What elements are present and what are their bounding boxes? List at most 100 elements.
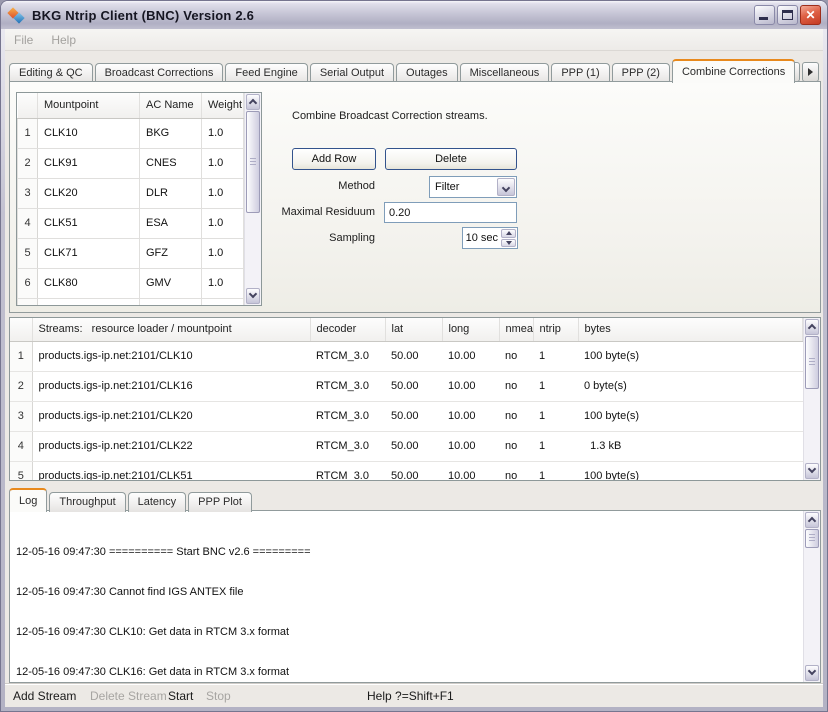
scroll-down-button[interactable] [805,463,819,479]
tab-editing-qc[interactable]: Editing & QC [9,63,93,83]
ac-name-cell[interactable]: CNES [140,148,202,178]
spinner-down-button[interactable] [501,239,516,248]
scroll-down-button[interactable] [246,288,260,304]
table-row[interactable]: 1 CLK10 BKG 1.0 [18,118,244,148]
ntrip-cell[interactable]: 1 [533,371,578,401]
bytes-cell[interactable]: 1.3 kB [578,431,803,461]
scrollbar-track[interactable] [805,529,819,664]
mountpoint-cell[interactable]: CLK71 [38,238,140,268]
lat-cell[interactable]: 50.00 [385,341,442,371]
mountpoint-cell[interactable]: CLK91 [38,148,140,178]
menu-file[interactable]: File [5,30,42,50]
streams-scrollbar[interactable] [803,318,820,480]
scrollbar-track[interactable] [805,336,819,462]
lat-cell[interactable]: 50.00 [385,401,442,431]
lat-cell[interactable]: 50.00 [385,431,442,461]
ac-name-cell[interactable]: DLR [140,178,202,208]
scrollbar-thumb[interactable] [805,336,819,389]
tab-serial-output[interactable]: Serial Output [310,63,394,83]
mountpoint-cell[interactable]: CLK20 [38,178,140,208]
titlebar[interactable]: BKG Ntrip Client (BNC) Version 2.6 ✕ [1,1,827,29]
scroll-up-button[interactable] [246,94,260,110]
decoder-cell[interactable]: RTCM_3.0 [310,341,385,371]
bytes-cell[interactable]: 0 byte(s) [578,371,803,401]
table-row-empty[interactable] [18,298,244,306]
ntrip-cell[interactable]: 1 [533,431,578,461]
stream-source-cell[interactable]: products.igs-ip.net:2101/CLK20 [32,401,310,431]
long-cell[interactable]: 10.00 [442,371,499,401]
stream-source-cell[interactable]: products.igs-ip.net:2101/CLK22 [32,431,310,461]
ntrip-cell[interactable]: 1 [533,461,578,481]
stream-source-cell[interactable]: products.igs-ip.net:2101/CLK51 [32,461,310,481]
maximal-residuum-input[interactable] [384,202,517,223]
decoder-cell[interactable]: RTCM_3.0 [310,401,385,431]
mountpoint-table-scrollbar[interactable] [244,93,261,305]
ntrip-cell[interactable]: 1 [533,401,578,431]
nmea-cell[interactable]: no [499,341,533,371]
long-cell[interactable]: 10.00 [442,401,499,431]
decoder-cell[interactable]: RTCM_3.0 [310,431,385,461]
scroll-up-button[interactable] [805,319,819,335]
menu-help[interactable]: Help [42,30,85,50]
tab-ppp-1[interactable]: PPP (1) [551,63,609,83]
decoder-cell[interactable]: RTCM_3.0 [310,371,385,401]
stream-source-cell[interactable]: products.igs-ip.net:2101/CLK16 [32,371,310,401]
stream-row[interactable]: 1 products.igs-ip.net:2101/CLK10 RTCM_3.… [10,341,803,371]
bytes-cell[interactable]: 100 byte(s) [578,401,803,431]
minimize-button[interactable] [754,5,775,25]
mountpoint-cell[interactable]: CLK51 [38,208,140,238]
weight-cell[interactable]: 1.0 [202,118,244,148]
maximize-button[interactable] [777,5,798,25]
mountpoint-cell[interactable]: CLK10 [38,118,140,148]
stream-row[interactable]: 2 products.igs-ip.net:2101/CLK16 RTCM_3.… [10,371,803,401]
lat-cell[interactable]: 50.00 [385,461,442,481]
weight-cell[interactable]: 1.0 [202,268,244,298]
table-row[interactable]: 6 CLK80 GMV 1.0 [18,268,244,298]
tab-throughput[interactable]: Throughput [49,492,125,512]
table-row[interactable]: 2 CLK91 CNES 1.0 [18,148,244,178]
nmea-cell[interactable]: no [499,461,533,481]
tab-ppp-2[interactable]: PPP (2) [612,63,670,83]
tab-combine-corrections[interactable]: Combine Corrections [672,59,795,83]
nmea-cell[interactable]: no [499,401,533,431]
combo-dropdown-button[interactable] [497,178,515,196]
table-row[interactable]: 4 CLK51 ESA 1.0 [18,208,244,238]
start-button[interactable]: Start [168,689,193,703]
ac-name-cell[interactable]: BKG [140,118,202,148]
tab-log[interactable]: Log [9,488,47,512]
stream-row[interactable]: 3 products.igs-ip.net:2101/CLK20 RTCM_3.… [10,401,803,431]
long-cell[interactable]: 10.00 [442,341,499,371]
spinner-up-button[interactable] [501,229,516,238]
delete-button[interactable]: Delete [385,148,517,170]
scrollbar-thumb[interactable] [246,111,260,213]
bytes-cell[interactable]: 100 byte(s) [578,461,803,481]
tab-feed-engine[interactable]: Feed Engine [225,63,307,83]
nmea-cell[interactable]: no [499,431,533,461]
log-scrollbar[interactable] [803,511,820,682]
add-stream-button[interactable]: Add Stream [13,689,76,703]
scrollbar-thumb[interactable] [805,529,819,548]
sampling-spinner[interactable]: 10 sec [462,227,518,249]
stream-row[interactable]: 4 products.igs-ip.net:2101/CLK22 RTCM_3.… [10,431,803,461]
ac-name-cell[interactable]: ESA [140,208,202,238]
bytes-cell[interactable]: 100 byte(s) [578,341,803,371]
tab-broadcast-corrections[interactable]: Broadcast Corrections [95,63,224,83]
nmea-cell[interactable]: no [499,371,533,401]
scroll-down-button[interactable] [805,665,819,681]
scroll-up-button[interactable] [805,512,819,528]
tab-latency[interactable]: Latency [128,492,187,512]
lat-cell[interactable]: 50.00 [385,371,442,401]
tab-scroll-right-button[interactable] [802,62,819,82]
stream-row[interactable]: 5 products.igs-ip.net:2101/CLK51 RTCM_3.… [10,461,803,481]
ac-name-cell[interactable]: GMV [140,268,202,298]
table-row[interactable]: 5 CLK71 GFZ 1.0 [18,238,244,268]
method-combobox[interactable]: Filter [429,176,517,198]
ac-name-cell[interactable]: GFZ [140,238,202,268]
ntrip-cell[interactable]: 1 [533,341,578,371]
long-cell[interactable]: 10.00 [442,461,499,481]
scrollbar-track[interactable] [246,111,260,287]
tab-outages[interactable]: Outages [396,63,458,83]
tab-ppp-plot[interactable]: PPP Plot [188,492,252,512]
tab-miscellaneous[interactable]: Miscellaneous [460,63,550,83]
decoder-cell[interactable]: RTCM_3.0 [310,461,385,481]
